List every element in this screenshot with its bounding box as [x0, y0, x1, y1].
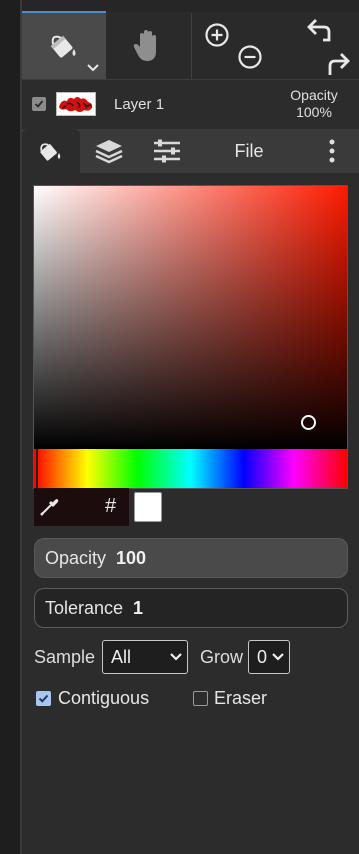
grow-select-value: 0	[257, 647, 268, 667]
tool-row	[22, 13, 359, 80]
redo-icon[interactable]	[328, 53, 350, 75]
tab-paint[interactable]	[22, 129, 80, 173]
contiguous-checkbox[interactable]	[36, 691, 51, 706]
top-strip	[22, 0, 359, 13]
contiguous-label[interactable]: Contiguous	[58, 688, 149, 709]
tolerance-field[interactable]: Tolerance 1	[34, 588, 348, 628]
history-controls	[307, 19, 350, 75]
opacity-field[interactable]: Opacity 100	[34, 538, 348, 578]
hex-hash-label: #	[105, 495, 117, 517]
sliders-icon	[154, 139, 180, 163]
saturation-value-picker[interactable]	[34, 186, 347, 449]
chevron-down-icon[interactable]	[86, 63, 100, 73]
tolerance-field-label: Tolerance	[45, 597, 124, 618]
sample-select-value: All	[111, 647, 132, 667]
layer-opacity-value: 100%	[296, 104, 332, 120]
tolerance-field-value: 1	[133, 597, 144, 618]
opacity-field-label: Opacity	[45, 547, 107, 568]
tab-adjustments[interactable]	[138, 129, 196, 173]
grow-label: Grow	[200, 647, 244, 667]
hue-slider[interactable]	[34, 449, 347, 488]
hand-icon	[133, 30, 156, 61]
sample-select[interactable]: All	[102, 640, 188, 674]
check-icon	[38, 694, 49, 703]
layer-thumbnail	[56, 92, 96, 116]
layer-opacity: Opacity 100%	[279, 87, 349, 121]
color-picker-handle[interactable]	[301, 415, 316, 430]
opacity-field-value: 100	[116, 547, 147, 568]
more-menu-button[interactable]	[308, 129, 356, 173]
paint-bucket-icon	[50, 35, 76, 58]
paint-bucket-icon	[40, 143, 61, 161]
layer-name: Layer 1	[114, 96, 165, 113]
tab-layers[interactable]	[80, 129, 138, 173]
layer-opacity-label: Opacity	[290, 87, 338, 103]
tool-panel: Layer 1 Opacity 100% File # Opacity 100 …	[22, 0, 359, 854]
hex-input-bar[interactable]: #	[34, 488, 129, 526]
sample-grow-row: Sample All Grow 0	[34, 640, 354, 674]
chevron-down-icon	[170, 653, 182, 661]
selected-color-swatch[interactable]	[134, 492, 162, 522]
grow-select[interactable]: 0	[248, 640, 290, 674]
tab-file[interactable]: File	[196, 129, 302, 173]
hue-slider-handle[interactable]	[36, 449, 38, 488]
zoom-controls	[205, 23, 262, 69]
layers-icon	[95, 140, 123, 164]
layer-row[interactable]: Layer 1 Opacity 100%	[22, 80, 359, 128]
fill-tool-button[interactable]	[22, 13, 106, 79]
eraser-checkbox[interactable]	[193, 691, 208, 706]
panel-tabs: File	[22, 129, 359, 173]
layer-visibility-checkbox[interactable]	[32, 97, 46, 111]
hand-tool-button[interactable]	[106, 13, 190, 79]
options-checkboxes: Contiguous Eraser	[34, 688, 354, 712]
zoom-in-icon[interactable]	[205, 23, 229, 47]
chevron-down-icon	[272, 653, 284, 661]
more-vertical-icon	[329, 139, 335, 163]
zoom-out-icon[interactable]	[238, 45, 262, 69]
sample-label: Sample	[34, 647, 96, 667]
left-edge-strip	[0, 0, 20, 854]
eraser-label[interactable]: Eraser	[214, 688, 267, 709]
undo-icon[interactable]	[307, 19, 331, 42]
check-icon	[34, 100, 44, 108]
eyedropper-icon[interactable]	[38, 496, 60, 518]
